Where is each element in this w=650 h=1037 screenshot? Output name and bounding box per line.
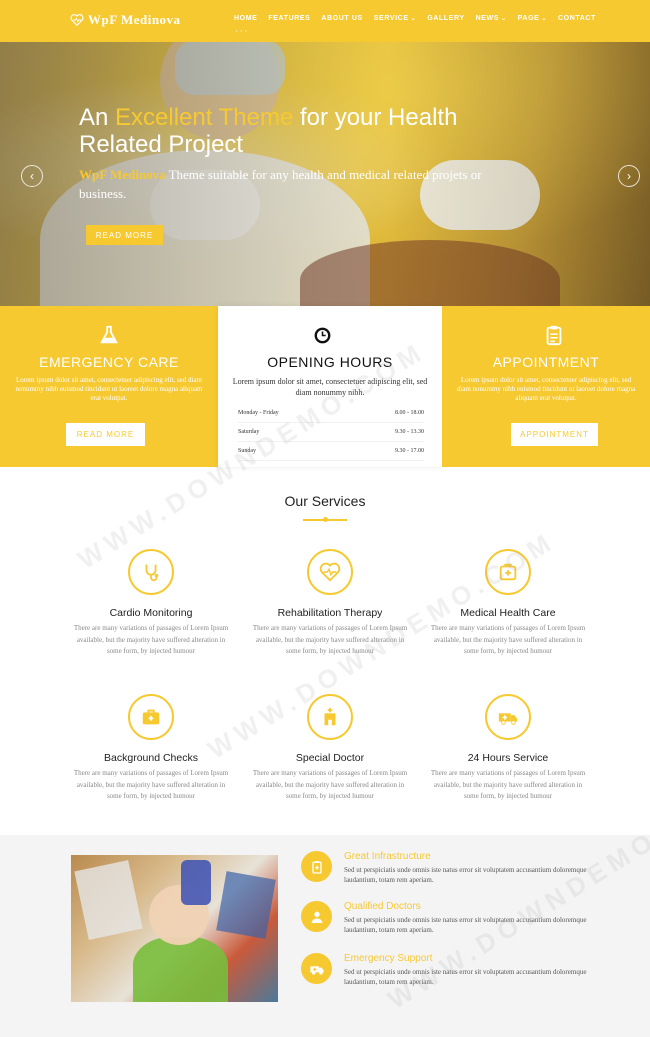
service-name[interactable]: Cardio Monitoring [71,607,231,619]
nav-item-service[interactable]: SERVICE ⌄ [374,15,416,22]
heart-pulse-logo-icon [70,14,84,27]
ambulance-icon [498,713,518,725]
service-icon-circle[interactable] [485,694,531,740]
chevron-down-icon: ⌄ [410,16,417,22]
service-icon-circle[interactable] [128,549,174,595]
service-description: There are many variations of passages of… [73,769,229,800]
service-icon-circle[interactable] [128,694,174,740]
hero-subtitle-brand: WpF Medinova [79,167,166,182]
service-description: There are many variations of passages of… [252,769,408,800]
hero-title: An Excellent Theme for your Health Relat… [79,104,458,158]
site-logo-text: WpF Medinova [88,12,181,27]
hero-subtitle: WpF Medinova Theme suitable for any heal… [79,167,482,201]
hero-title-accent: Excellent Theme [115,104,294,131]
hospital-icon [324,707,336,726]
hours-time: 9.30 - 13.30 [395,429,424,435]
nav-item-label: ABOUT US [321,15,363,22]
emergency-care-text: Lorem ipsum dolor sit amet, consectetuer… [15,376,203,402]
feature-icon-circle [301,851,332,882]
site-logo[interactable]: WpF Medinova [70,12,181,28]
hours-time: 8.00 - 18.00 [395,410,424,416]
feature-icon-circle [301,901,332,932]
hours-row: Saturday 9.30 - 13.30 [238,423,424,442]
nav-item-label: FEATURES [268,15,311,22]
services-heading: Our Services [284,493,366,509]
photo-child-body [133,937,228,1002]
nav-item-gallery[interactable]: GALLERY [427,15,464,22]
nav-item-home[interactable]: HOME [234,15,258,33]
feature-title[interactable]: Qualified Doctors [344,901,421,912]
chevron-down-icon: ⌄ [501,16,507,22]
clock-icon [314,327,331,344]
service-icon-circle[interactable] [307,549,353,595]
feature-description: Sed ut perspiciatis unde omnis iste natu… [344,866,587,884]
hours-row: Sunday 9.30 - 17.00 [238,442,424,461]
appointment-panel: APPOINTMENT Lorem ipsum dolor sit amet, … [442,306,650,467]
ambulance-icon [309,965,324,975]
briefcase-icon [142,709,160,725]
opening-hours-text: Lorem ipsum dolor sit amet, consectetuer… [232,377,428,397]
nav-item-label: HOME [234,15,258,22]
hours-day: Monday - Friday [238,410,279,416]
service-description: There are many variations of passages of… [430,624,586,655]
services-heading-divider-dot [323,517,328,522]
nav-item-page[interactable]: PAGE ⌄ [518,15,547,22]
photo-book-shape [216,871,276,939]
service-icon-circle[interactable] [307,694,353,740]
nav-item-news[interactable]: NEWS ⌄ [476,15,507,22]
service-name[interactable]: Background Checks [71,752,231,764]
stethoscope-icon [145,564,159,582]
feature-icon-circle [301,953,332,984]
nav-item-about-us[interactable]: ABOUT US [321,15,362,22]
opening-hours-table: Monday - Friday 8.00 - 18.00 Saturday 9.30 … [238,404,424,461]
service-description: There are many variations of passages of… [73,624,229,655]
hours-day: Sunday [238,448,256,454]
hero-slider: An Excellent Theme for your Health Relat… [0,0,650,306]
nav-item-label: PAGE [517,15,540,22]
service-description: There are many variations of passages of… [252,624,408,655]
medical-kit-icon [499,563,517,581]
service-description: There are many variations of passages of… [430,769,586,800]
service-icon-circle[interactable] [485,549,531,595]
main-menu: HOMEFEATURESABOUT USSERVICE⌄GALLERYNEWS⌄… [234,15,596,33]
emergency-care-title: EMERGENCY CARE [39,354,179,370]
doctor-icon [311,911,322,923]
clipboard-icon [546,325,562,346]
hours-time: 9.30 - 17.00 [395,448,424,454]
emergency-read-more-button[interactable]: READ MORE [66,423,145,446]
nav-item-contact[interactable]: CONTACT [558,15,596,22]
feature-title[interactable]: Great Infrastructure [344,851,431,862]
opening-hours-title: OPENING HOURS [267,354,393,370]
flask-icon [100,325,118,344]
opening-hours-panel: OPENING HOURS Lorem ipsum dolor sit amet… [218,306,442,467]
service-name[interactable]: Medical Health Care [428,607,588,619]
feature-description: Sed ut perspiciatis unde omnis iste natu… [344,916,587,934]
clipboard-icon [311,860,322,874]
feature-description: Sed ut perspiciatis unde omnis iste natu… [344,968,587,986]
top-navbar: WpF Medinova HOME FEATURES ABOUT US SERVICE… [0,0,650,42]
service-name[interactable]: 24 Hours Service [428,752,588,764]
nav-item-label: SERVICE [373,15,409,22]
emergency-care-panel: EMERGENCY CARE Lorem ipsum dolor sit ame… [0,306,218,467]
feature-photo-child-doctor [71,855,278,1002]
hours-row: Monday - Friday 8.00 - 18.00 [238,404,424,423]
nav-item-label: NEWS [475,15,500,22]
photo-toy-shape [181,860,211,905]
nav-item-label: GALLERY [427,15,465,22]
slider-prev-arrow-icon[interactable]: ‹ [21,165,43,187]
feature-title[interactable]: Emergency Support [344,953,432,964]
hours-day: Saturday [238,429,260,435]
photo-paper-shape [74,860,143,940]
slider-next-arrow-icon[interactable]: › [618,165,640,187]
appointment-title: APPOINTMENT [492,354,600,370]
appointment-text: Lorem ipsum dolor sit amet, consectetuer… [456,376,636,402]
chevron-down-icon: ⌄ [541,16,548,22]
hero-read-more-button[interactable]: READ MORE [86,225,163,245]
nav-item-features[interactable]: FEATURES [268,15,310,22]
appointment-button[interactable]: APPOINTMENT [511,423,598,446]
heart-pulse-icon [319,562,341,582]
service-name[interactable]: Special Doctor [250,752,410,764]
service-name[interactable]: Rehabilitation Therapy [250,607,410,619]
nav-item-label: CONTACT [558,15,596,22]
